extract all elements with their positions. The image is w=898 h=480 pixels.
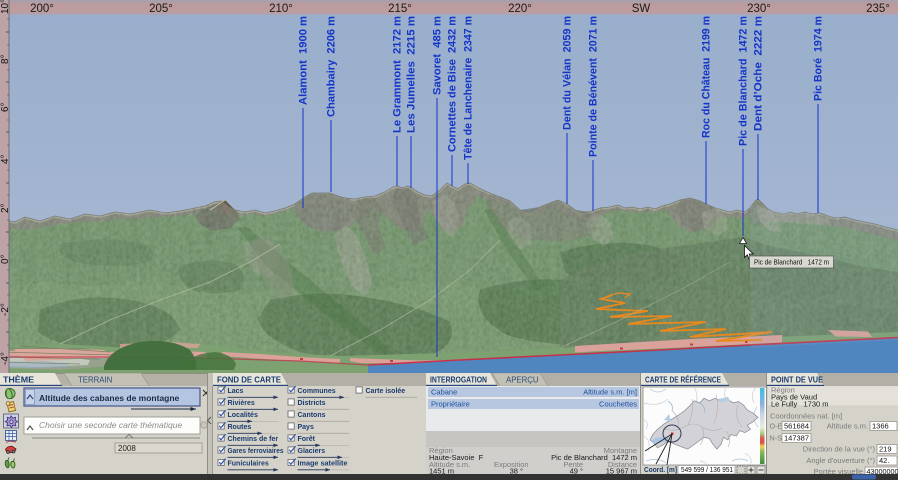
svg-text:Routes: Routes	[228, 424, 252, 431]
svg-text:Chambairy 2206 m: Chambairy 2206 m	[326, 16, 338, 117]
svg-text:Cornettes de Bise 2432 m: Cornettes de Bise 2432 m	[447, 16, 459, 152]
svg-text:Altitude des cabanes de montag: Altitude des cabanes de montagne	[39, 393, 180, 403]
svg-text:Dent du Vélan 2059 m: Dent du Vélan 2059 m	[562, 16, 574, 130]
svg-text:-2°: -2°	[0, 303, 11, 316]
svg-text:215°: 215°	[388, 3, 412, 15]
svg-text:POINT DE VUE: POINT DE VUE	[771, 375, 823, 385]
svg-text:Forêt: Forêt	[298, 436, 316, 443]
svg-text:Le Grammont 2172 m: Le Grammont 2172 m	[392, 16, 404, 133]
svg-text:THÈME: THÈME	[3, 375, 34, 385]
svg-text:Chemins de fer: Chemins de fer	[228, 436, 279, 443]
svg-text:Couchettes: Couchettes	[599, 400, 637, 409]
svg-text:Coordonnées nat. [m]: Coordonnées nat. [m]	[770, 412, 842, 421]
svg-text:Pic Boré 1974 m: Pic Boré 1974 m	[813, 16, 825, 101]
svg-text:TERRAIN: TERRAIN	[78, 376, 112, 385]
svg-text:1366: 1366	[872, 422, 889, 431]
svg-text:INTERROGATION: INTERROGATION	[430, 375, 487, 385]
svg-text:SW: SW	[632, 3, 651, 15]
svg-text:Pays: Pays	[298, 424, 314, 431]
svg-text:Cabane: Cabane	[431, 388, 457, 397]
svg-text:2°: 2°	[0, 203, 11, 213]
svg-text:Alamont 1900 m: Alamont 1900 m	[298, 16, 310, 105]
svg-text:210°: 210°	[269, 3, 293, 15]
svg-text:2008: 2008	[118, 444, 136, 453]
svg-text:Cantons: Cantons	[298, 412, 326, 419]
svg-text:CARTE DE RÉFÉRENCE: CARTE DE RÉFÉRENCE	[645, 375, 721, 385]
svg-text:Districts: Districts	[298, 400, 326, 407]
svg-text:Savoret 485 m: Savoret 485 m	[432, 16, 444, 95]
svg-text:Pic de Blanchard 1472 m: Pic de Blanchard 1472 m	[738, 16, 750, 146]
svg-text:Les Jumelles 2215 m: Les Jumelles 2215 m	[406, 16, 418, 133]
svg-text:561684: 561684	[784, 422, 809, 431]
svg-text:N-S: N-S	[770, 434, 783, 443]
svg-text:Pic de Blanchard 1472 m: Pic de Blanchard 1472 m	[754, 258, 829, 267]
svg-text:Direction de la vue (°): Direction de la vue (°)	[803, 445, 876, 454]
svg-text:Roc du Château 2199 m: Roc du Château 2199 m	[701, 16, 713, 138]
svg-text:FOND DE CARTE: FOND DE CARTE	[217, 375, 281, 385]
svg-text:Altitude s.m.: Altitude s.m.	[827, 422, 868, 431]
svg-text:-4°: -4°	[0, 352, 11, 365]
svg-text:219: 219	[879, 445, 892, 454]
svg-text:Communes: Communes	[298, 388, 336, 395]
svg-text:Gares ferroviaires: Gares ferroviaires	[228, 448, 284, 455]
svg-text:10°: 10°	[0, 0, 11, 14]
svg-text:230°: 230°	[747, 3, 771, 15]
svg-text:Choisir une seconde carte thém: Choisir une seconde carte thématique	[39, 420, 182, 430]
svg-text:Dent d’Oche 2222 m: Dent d’Oche 2222 m	[753, 16, 765, 131]
svg-text:0°: 0°	[0, 254, 11, 264]
svg-text:Pointe de Bénévent 2071 m: Pointe de Bénévent 2071 m	[588, 16, 600, 157]
svg-text:Le Fully 1730 m: Le Fully 1730 m	[771, 400, 829, 409]
svg-text:Tête de Lanchenaire 2347 m: Tête de Lanchenaire 2347 m	[463, 16, 475, 160]
svg-text:549 599 / 136 951: 549 599 / 136 951	[681, 467, 733, 474]
svg-text:Altitude s.m. [m]: Altitude s.m. [m]	[583, 388, 637, 397]
svg-text:Lacs: Lacs	[228, 388, 244, 395]
svg-text:Angle d'ouverture (°): Angle d'ouverture (°)	[806, 456, 875, 465]
svg-text:205°: 205°	[149, 3, 173, 15]
svg-text:Propriétaire: Propriétaire	[431, 400, 470, 409]
svg-text:200°: 200°	[30, 3, 54, 15]
svg-text:Carte isolée: Carte isolée	[366, 388, 406, 395]
svg-text:Localités: Localités	[228, 412, 258, 419]
svg-text:Image satellite: Image satellite	[298, 461, 348, 468]
svg-text:6°: 6°	[0, 102, 11, 112]
svg-text:Rivières: Rivières	[228, 400, 255, 407]
svg-text:Glaciers: Glaciers	[298, 448, 326, 455]
svg-text:APERÇU: APERÇU	[506, 376, 539, 385]
svg-text:O-E: O-E	[770, 422, 783, 431]
svg-text:Funiculaires: Funiculaires	[228, 461, 269, 468]
svg-text:220°: 220°	[508, 3, 532, 15]
svg-text:4°: 4°	[0, 154, 11, 164]
svg-text:147387: 147387	[784, 434, 809, 443]
svg-text:Coord. [m]: Coord. [m]	[644, 465, 677, 474]
svg-text:235°: 235°	[866, 3, 890, 15]
svg-text:42.: 42.	[879, 456, 889, 465]
svg-text:8°: 8°	[0, 54, 11, 64]
